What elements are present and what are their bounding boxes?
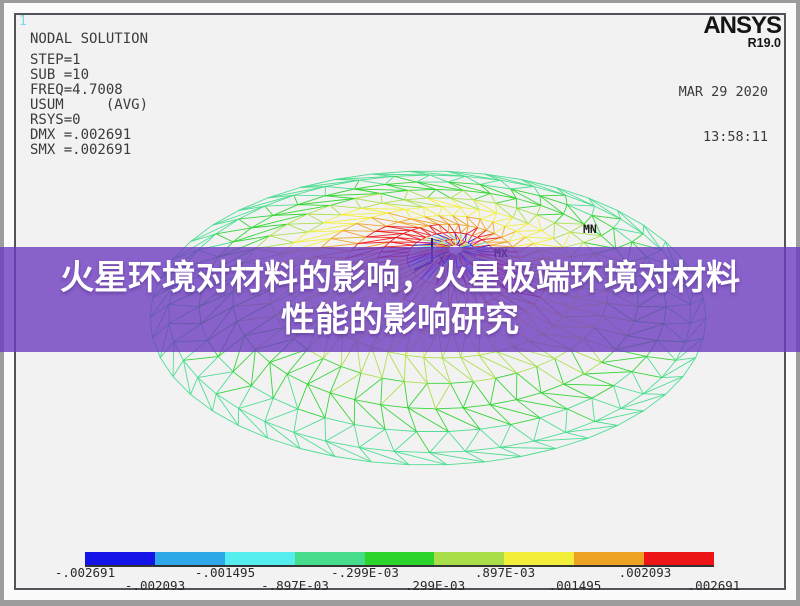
- screenshot-root: 1 NODAL SOLUTION STEP=1 SUB =10 FREQ=4.7…: [0, 0, 800, 606]
- colorbar-segment: [434, 552, 504, 565]
- overlay-title-line1: 火星环境对材料的影响，火星极端环境对材料: [0, 257, 800, 299]
- colorbar-segment: [365, 552, 435, 565]
- ansys-logo-text: ANSYS: [703, 15, 781, 37]
- colorbar-tick: .002691: [674, 578, 754, 593]
- ansys-logo: ANSYS R19.0: [703, 15, 781, 50]
- solution-line-dmx: DMX =.002691: [30, 128, 148, 143]
- min-node-label: MN: [583, 222, 597, 236]
- solution-info-block: STEP=1 SUB =10 FREQ=4.7008 USUM (AVG) RS…: [30, 53, 148, 158]
- colorbar-segment: [85, 552, 155, 565]
- colorbar-tick: -.299E-03: [325, 565, 405, 580]
- overlay-title-line2: 性能的影响研究: [0, 299, 800, 341]
- colorbar-segment: [644, 552, 714, 565]
- colorbar-tick: -.897E-03: [255, 578, 335, 593]
- colorbar-segment: [504, 552, 574, 565]
- colorbar-tick: -.002093: [115, 578, 195, 593]
- time-text: 13:58:11: [679, 130, 768, 145]
- colorbar-tick: -.001495: [185, 565, 265, 580]
- colorbar-tick: .001495: [535, 578, 615, 593]
- solution-line-rsys: RSYS=0: [30, 113, 148, 128]
- colorbar-segment: [155, 552, 225, 565]
- solution-line-usum: USUM (AVG): [30, 98, 148, 113]
- solution-line-smx: SMX =.002691: [30, 143, 148, 158]
- colorbar-tick: .002093: [605, 565, 685, 580]
- title-overlay-banner: 火星环境对材料的影响，火星极端环境对材料 性能的影响研究: [0, 247, 800, 352]
- solution-title: NODAL SOLUTION: [30, 31, 148, 47]
- colorbar-segment: [574, 552, 644, 565]
- solution-line-sub: SUB =10: [30, 68, 148, 83]
- solution-line-freq: FREQ=4.7008: [30, 83, 148, 98]
- colorbar-segment: [225, 552, 295, 565]
- window-number: 1: [19, 14, 27, 29]
- timestamp-block: MAR 29 2020 13:58:11: [679, 55, 768, 175]
- colorbar-segment: [295, 552, 365, 565]
- colorbar-tick: -.002691: [45, 565, 125, 580]
- colorbar-tick: .299E-03: [395, 578, 475, 593]
- date-text: MAR 29 2020: [679, 85, 768, 100]
- colorbar-tick: .897E-03: [465, 565, 545, 580]
- solution-line-step: STEP=1: [30, 53, 148, 68]
